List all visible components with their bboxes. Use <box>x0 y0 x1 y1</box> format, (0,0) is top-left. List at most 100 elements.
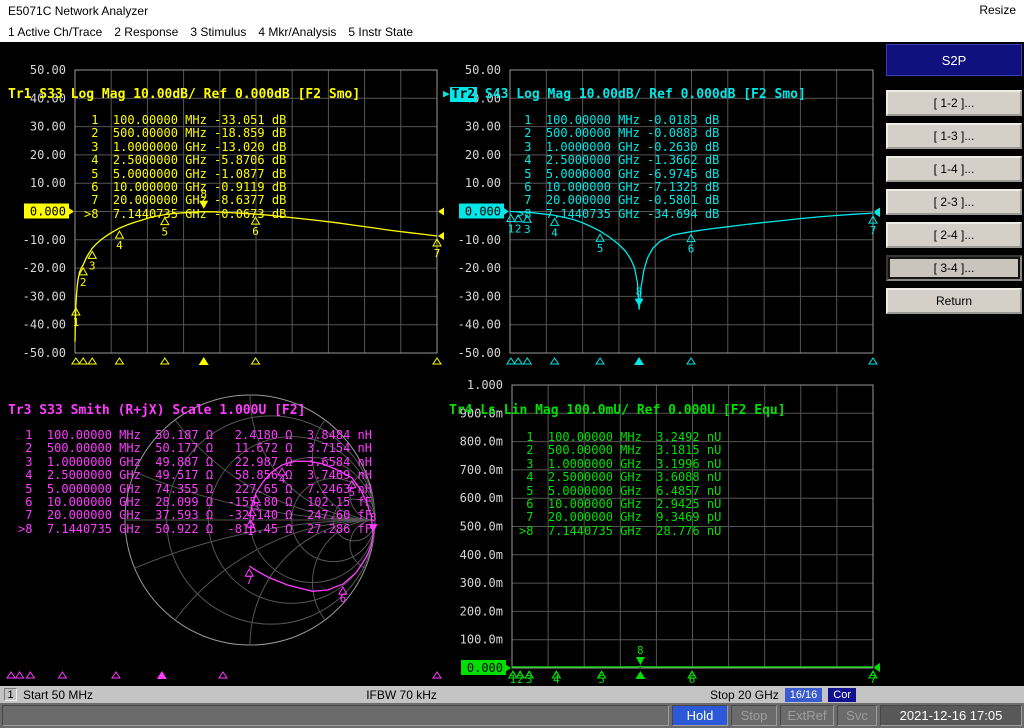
start-frequency-label: Start 50 MHz <box>23 688 93 702</box>
softkey-button-2-3[interactable]: [ 2-3 ]... <box>886 189 1022 215</box>
marker-table-row: 7 20.000000 GHz -0.5801 dB <box>517 194 719 207</box>
marker-symbol[interactable] <box>507 215 515 222</box>
menu-item-3[interactable]: 3 Stimulus <box>190 25 246 39</box>
softkey-button-3-4[interactable]: [ 3-4 ]... <box>886 255 1022 281</box>
softkey-list: [ 1-2 ]... [ 1-3 ]... [ 1-4 ]... [ 2-3 ]...… <box>884 90 1024 314</box>
active-marker-indicator[interactable] <box>635 671 645 679</box>
tr2-marker-table: 1 100.00000 MHz -0.0183 dB 2 500.00000 M… <box>517 114 719 221</box>
marker-indicator[interactable] <box>88 358 96 364</box>
tr4-trace <box>512 666 873 667</box>
svg-text:20.00: 20.00 <box>465 148 501 162</box>
svg-text:500.0m: 500.0m <box>460 520 503 534</box>
reference-line-pointer <box>503 208 509 216</box>
svg-text:0.000: 0.000 <box>465 205 501 219</box>
active-marker-indicator[interactable] <box>634 357 644 365</box>
svg-text:-40.00: -40.00 <box>458 318 501 332</box>
reference-line-pointer <box>505 664 511 672</box>
marker-indicator[interactable] <box>112 672 120 678</box>
ifbw-label: IFBW 70 kHz <box>366 688 437 702</box>
menu-item-1[interactable]: 1 Active Ch/Trace <box>8 25 102 39</box>
marker-table-row: 6 10.000000 GHz -7.1323 dB <box>517 181 719 194</box>
active-marker-symbol[interactable] <box>635 299 644 307</box>
marker-table-row: 1 100.00000 MHz -33.051 dB <box>84 114 286 127</box>
softkey-button-2-4[interactable]: [ 2-4 ]... <box>886 222 1022 248</box>
marker-indicator[interactable] <box>252 358 260 364</box>
reference-line-pointer <box>68 208 74 216</box>
marker-indicator[interactable] <box>551 358 559 364</box>
svg-text:0.000: 0.000 <box>467 661 503 675</box>
extref-indicator: ExtRef <box>780 705 834 726</box>
marker-indicator[interactable] <box>16 672 24 678</box>
stop-frequency-label: Stop 20 GHz <box>710 688 779 702</box>
svg-text:8: 8 <box>637 644 644 657</box>
marker-indicator[interactable] <box>687 358 695 364</box>
svg-text:10.00: 10.00 <box>30 176 66 190</box>
trigger-state-indicator: Hold <box>672 705 728 726</box>
svg-text:5: 5 <box>597 242 604 255</box>
active-marker-indicator[interactable] <box>157 671 167 679</box>
svg-text:7: 7 <box>246 574 253 587</box>
marker-indicator[interactable] <box>596 358 604 364</box>
svg-text:-20.00: -20.00 <box>23 261 66 275</box>
softkey-button-1-3[interactable]: [ 1-3 ]... <box>886 123 1022 149</box>
softkey-menu-title: S2P <box>886 44 1022 76</box>
svg-text:-10.00: -10.00 <box>458 233 501 247</box>
marker-indicator[interactable] <box>433 672 441 678</box>
resize-control[interactable]: Resize <box>979 0 1016 20</box>
marker-indicator[interactable] <box>7 672 15 678</box>
marker-table-row: 5 5.0000000 GHz 6.4857 nU <box>519 485 721 498</box>
softkey-button-return[interactable]: Return <box>886 288 1022 314</box>
marker-table-row: 1 100.00000 MHz 3.2492 nU <box>519 431 721 444</box>
reference-line-pointer <box>438 208 444 216</box>
marker-table-row: 5 5.0000000 GHz -6.9745 dB <box>517 168 719 181</box>
channel-number-box: 1 <box>4 688 17 701</box>
tr1-marker-table: 1 100.00000 MHz -33.051 dB 2 500.00000 M… <box>84 114 286 221</box>
marker-table-row: >8 7.1440735 GHz -0.0673 dB <box>84 208 286 221</box>
marker-indicator[interactable] <box>58 672 66 678</box>
marker-table-row: >8 7.1440735 GHz 28.776 nU <box>519 525 721 538</box>
title-bar: E5071C Network Analyzer Resize <box>0 0 1024 22</box>
marker-table-row: 2 500.00000 MHz -18.859 dB <box>84 127 286 140</box>
averaging-count-badge: 16/16 <box>785 688 823 702</box>
svg-text:200.0m: 200.0m <box>460 604 503 618</box>
svg-text:50.00: 50.00 <box>30 63 66 77</box>
tr4-title: Tr4 Ls Lin Mag 100.0mU/ Ref 0.000U [F2 E… <box>449 403 786 418</box>
marker-indicator[interactable] <box>115 358 123 364</box>
svg-text:800.0m: 800.0m <box>460 435 503 449</box>
marker-indicator[interactable] <box>869 358 877 364</box>
active-marker-indicator[interactable] <box>199 357 209 365</box>
marker-symbol[interactable] <box>115 231 123 238</box>
marker-table-row: 3 1.0000000 GHz 49.887 Ω 22.987 Ω 3.6584… <box>18 456 372 469</box>
svg-text:50.00: 50.00 <box>465 63 501 77</box>
marker-indicator[interactable] <box>433 358 441 364</box>
marker-table-row: 4 2.5000000 GHz 3.6088 nU <box>519 471 721 484</box>
marker-indicator[interactable] <box>523 358 531 364</box>
svg-text:4: 4 <box>116 239 123 252</box>
marker-indicator[interactable] <box>72 358 80 364</box>
svg-text:30.00: 30.00 <box>465 120 501 134</box>
tr3-marker-table: 1 100.00000 MHz 50.187 Ω 2.4180 Ω 3.8484… <box>18 429 372 536</box>
message-area <box>2 705 669 726</box>
service-indicator: Svc <box>837 705 877 726</box>
active-marker-symbol[interactable] <box>636 657 645 665</box>
datetime-display: 2021-12-16 17:05 <box>880 705 1022 726</box>
marker-indicator[interactable] <box>161 358 169 364</box>
instrument-status-bar: Hold Stop ExtRef Svc 2021-12-16 17:05 <box>0 703 1024 728</box>
svg-text:-50.00: -50.00 <box>458 346 501 360</box>
marker-indicator[interactable] <box>79 358 87 364</box>
marker-indicator[interactable] <box>219 672 227 678</box>
svg-text:1.000: 1.000 <box>467 378 503 392</box>
marker-table-row: 3 1.0000000 GHz -13.020 dB <box>84 141 286 154</box>
marker-indicator[interactable] <box>514 358 522 364</box>
active-trace-indicator-icon: ▶ <box>443 87 450 100</box>
softkey-button-1-4[interactable]: [ 1-4 ]... <box>886 156 1022 182</box>
tr4-marker-table: 1 100.00000 MHz 3.2492 nU 2 500.00000 MH… <box>519 431 721 538</box>
menu-item-4[interactable]: 4 Mkr/Analysis <box>258 25 336 39</box>
menu-item-5[interactable]: 5 Instr State <box>348 25 413 39</box>
softkey-button-1-2[interactable]: [ 1-2 ]... <box>886 90 1022 116</box>
svg-text:400.0m: 400.0m <box>460 548 503 562</box>
tr1-title: Tr1 S33 Log Mag 10.00dB/ Ref 0.000dB [F2… <box>8 87 360 102</box>
menu-item-2[interactable]: 2 Response <box>114 25 178 39</box>
marker-indicator[interactable] <box>507 358 515 364</box>
marker-indicator[interactable] <box>26 672 34 678</box>
